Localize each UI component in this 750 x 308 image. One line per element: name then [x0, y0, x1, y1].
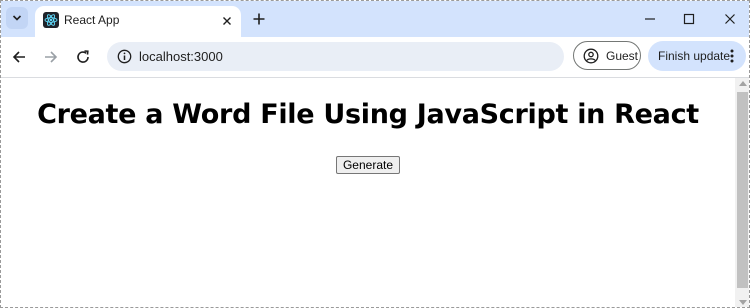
tab-title: React App	[64, 13, 120, 27]
close-icon	[725, 14, 735, 24]
reload-button[interactable]	[73, 47, 93, 67]
address-bar[interactable]: localhost:3000	[107, 42, 564, 71]
vertical-scrollbar[interactable]	[735, 78, 749, 307]
minimize-button[interactable]	[640, 9, 660, 29]
profile-button[interactable]: Guest	[573, 41, 641, 70]
info-icon[interactable]	[117, 49, 132, 64]
finish-update-button[interactable]: Finish update	[648, 41, 746, 71]
url-text[interactable]: localhost:3000	[139, 49, 223, 64]
profile-label: Guest	[606, 49, 639, 63]
new-tab-button[interactable]	[250, 10, 268, 28]
browser-window: React App localhost:3000 Guest Finish up…	[0, 0, 750, 308]
page-heading: Create a Word File Using JavaScript in R…	[37, 99, 699, 130]
finish-update-label: Finish update	[658, 49, 731, 63]
page-viewport: Create a Word File Using JavaScript in R…	[1, 78, 735, 307]
arrow-left-icon	[12, 51, 25, 63]
back-button[interactable]	[9, 47, 29, 67]
arrow-right-icon	[45, 51, 58, 63]
more-vert-icon	[730, 49, 734, 63]
maximize-button[interactable]	[679, 9, 699, 29]
tab-react-app[interactable]: React App	[35, 6, 241, 37]
minimize-icon	[645, 18, 655, 20]
chevron-down-icon	[12, 15, 22, 21]
scrollbar-thumb[interactable]	[737, 92, 748, 288]
close-icon	[223, 17, 231, 25]
plus-icon	[253, 13, 265, 25]
forward-button[interactable]	[41, 47, 61, 67]
react-logo-icon	[43, 12, 59, 28]
person-icon	[583, 48, 599, 64]
generate-button[interactable]: Generate	[336, 156, 400, 174]
maximize-icon	[683, 13, 695, 25]
tab-search-button[interactable]	[6, 7, 28, 29]
tab-close-button[interactable]	[219, 13, 235, 29]
browser-toolbar: localhost:3000 Guest Finish update	[1, 37, 749, 77]
scroll-down-arrow-icon[interactable]	[739, 300, 747, 305]
close-window-button[interactable]	[720, 9, 740, 29]
tab-strip: React App	[1, 1, 749, 37]
reload-icon	[77, 50, 89, 63]
scroll-up-arrow-icon[interactable]	[739, 81, 747, 86]
